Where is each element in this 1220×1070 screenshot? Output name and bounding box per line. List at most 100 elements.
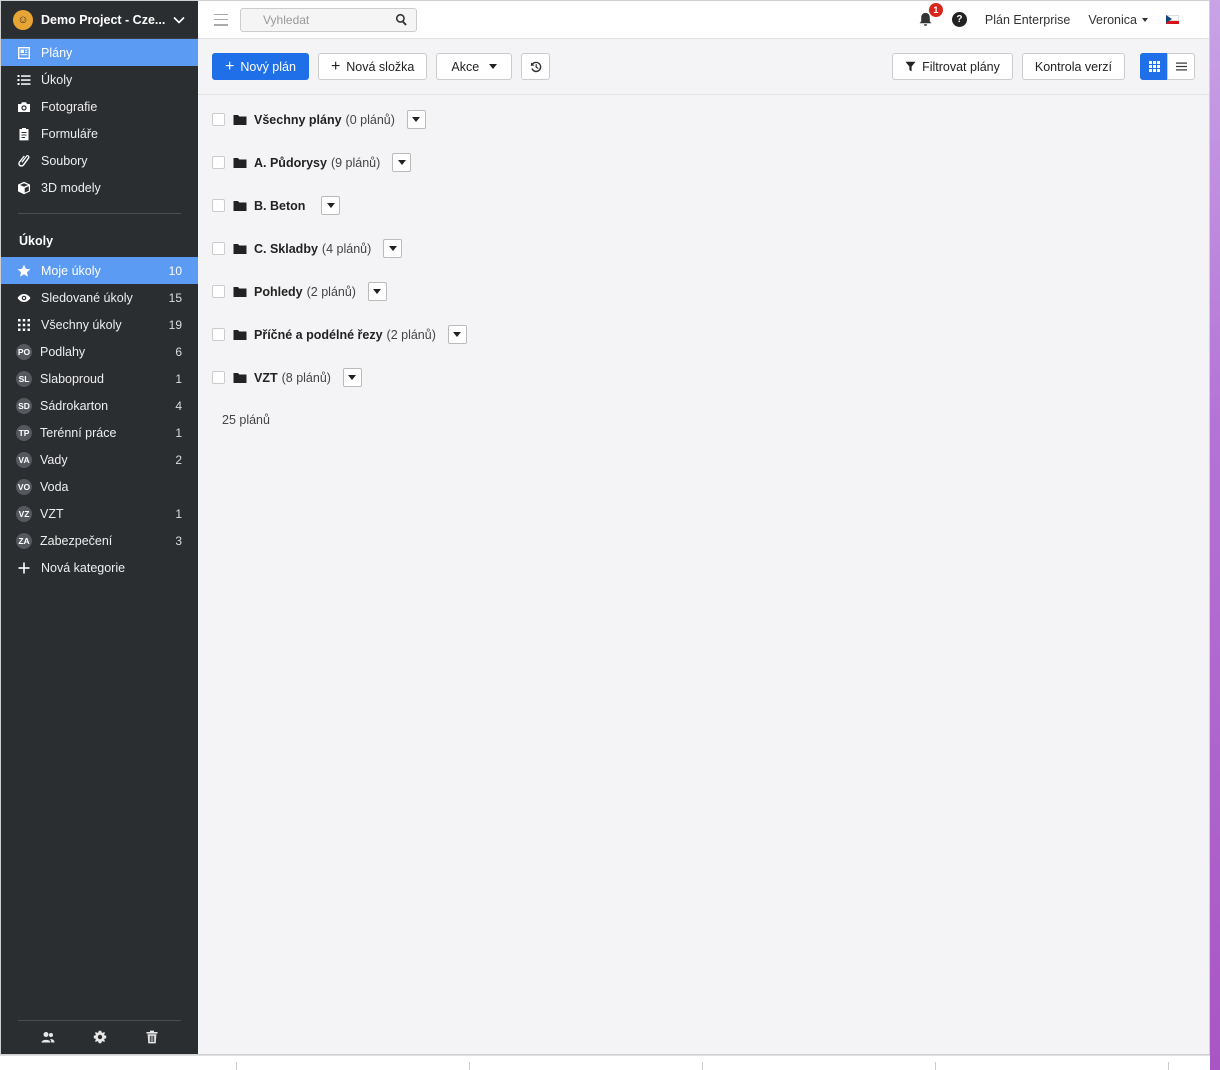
new-category-button[interactable]: Nová kategorie xyxy=(1,554,198,581)
folder-plan-count: (4 plánů) xyxy=(321,241,372,256)
folder-row[interactable]: VZT (8 plánů) xyxy=(198,356,1209,399)
category-badge: PO xyxy=(16,343,32,360)
search-box[interactable]: Vyhledat xyxy=(240,7,417,32)
folder-plan-count: (9 plánů) xyxy=(330,155,381,170)
sidebar-item-5[interactable]: Soubory xyxy=(1,147,198,174)
sidebar-footer xyxy=(1,1020,198,1054)
folder-name[interactable]: Pohledy xyxy=(254,285,303,299)
list-view-button[interactable] xyxy=(1167,53,1195,80)
caret-down-icon xyxy=(348,375,357,380)
folder-plan-count: (2 plánů) xyxy=(306,284,356,299)
plans-total: 25 plánů xyxy=(222,413,270,427)
task-category-item[interactable]: PO Podlahy 6 xyxy=(1,338,198,365)
task-category-item[interactable]: SL Slaboproud 1 xyxy=(1,365,198,392)
search-icon[interactable] xyxy=(395,13,408,26)
folder-row[interactable]: Všechny plány (0 plánů) xyxy=(198,98,1209,141)
sidebar-item-label: Formuláře xyxy=(41,126,98,141)
task-category-item[interactable]: Všechny úkoly 19 xyxy=(1,311,198,338)
project-switcher[interactable]: ☺ Demo Project - Cze... xyxy=(1,1,198,39)
sidebar-item-3[interactable]: Fotografie xyxy=(1,93,198,120)
folder-name[interactable]: A. Půdorysy xyxy=(254,156,327,170)
folder-dropdown-button[interactable] xyxy=(406,110,426,129)
tasks-section-title: Úkoly xyxy=(19,234,54,248)
folder-row[interactable]: B. Beton xyxy=(198,184,1209,227)
task-count: 19 xyxy=(168,317,182,332)
folder-dropdown-button[interactable] xyxy=(447,325,467,344)
version-check-button[interactable]: Kontrola verzí xyxy=(1021,53,1125,80)
folder-checkbox[interactable] xyxy=(212,371,225,384)
folder-icon xyxy=(233,243,247,255)
task-category-label: Voda xyxy=(40,479,69,494)
menu-toggle-icon[interactable] xyxy=(214,13,228,26)
plan-link[interactable]: Plán Enterprise xyxy=(985,13,1070,27)
sidebar: ☺ Demo Project - Cze... Plány Úkoly Foto… xyxy=(1,1,198,1054)
notification-count-badge: 1 xyxy=(928,2,943,17)
folder-name[interactable]: Příčné a podélné řezy xyxy=(254,328,383,342)
folder-row[interactable]: A. Půdorysy (9 plánů) xyxy=(198,141,1209,184)
language-flag-icon[interactable] xyxy=(1166,15,1179,24)
folder-dropdown-button[interactable] xyxy=(383,239,403,258)
camera-icon xyxy=(17,100,31,114)
folder-checkbox[interactable] xyxy=(212,285,225,298)
task-count: 4 xyxy=(175,398,182,413)
folder-checkbox[interactable] xyxy=(212,113,225,126)
task-category-item[interactable]: Sledované úkoly 15 xyxy=(1,284,198,311)
folder-dropdown-button[interactable] xyxy=(367,282,387,301)
folder-dropdown-button[interactable] xyxy=(392,153,412,172)
folder-checkbox[interactable] xyxy=(212,242,225,255)
folder-name[interactable]: VZT xyxy=(254,371,278,385)
gear-icon[interactable] xyxy=(93,1030,107,1047)
task-category-label: Sádrokarton xyxy=(40,398,109,413)
folder-row[interactable]: C. Skladby (4 plánů) xyxy=(198,227,1209,270)
user-menu[interactable]: Veronica xyxy=(1088,13,1148,27)
clipboard-icon xyxy=(17,127,31,141)
sidebar-item-1[interactable]: Plány xyxy=(1,39,198,66)
version-check-label: Kontrola verzí xyxy=(1034,59,1112,74)
sidebar-item-label: Úkoly xyxy=(41,72,73,87)
new-folder-label: Nová složka xyxy=(346,59,415,74)
task-category-item[interactable]: VA Vady 2 xyxy=(1,446,198,473)
task-category-item[interactable]: Moje úkoly 10 xyxy=(1,257,198,284)
history-button[interactable] xyxy=(521,53,551,80)
users-icon[interactable] xyxy=(41,1030,55,1047)
category-badge: TP xyxy=(16,424,32,441)
eye-icon xyxy=(17,291,31,305)
bottom-strip xyxy=(0,1055,1210,1070)
search-input[interactable]: Vyhledat xyxy=(263,13,395,27)
help-icon[interactable]: ? xyxy=(951,12,967,27)
notifications-button[interactable]: 1 xyxy=(918,2,943,28)
folder-dropdown-button[interactable] xyxy=(321,196,341,215)
task-category-item[interactable]: SD Sádrokarton 4 xyxy=(1,392,198,419)
folder-name[interactable]: Všechny plány xyxy=(254,113,342,127)
folder-checkbox[interactable] xyxy=(212,328,225,341)
trash-icon[interactable] xyxy=(145,1030,159,1047)
project-logo-icon: ☺ xyxy=(13,9,33,30)
history-icon xyxy=(530,61,542,72)
tasks-nav: Moje úkoly 10 Sledované úkoly 15 Všechny… xyxy=(1,257,198,554)
caret-down-icon xyxy=(453,332,462,337)
task-count: 1 xyxy=(175,425,182,440)
folder-dropdown-button[interactable] xyxy=(342,368,362,387)
chevron-down-icon xyxy=(173,16,185,24)
task-category-item[interactable]: VO Voda xyxy=(1,473,198,500)
folder-checkbox[interactable] xyxy=(212,156,225,169)
folder-row[interactable]: Pohledy (2 plánů) xyxy=(198,270,1209,313)
sidebar-item-2[interactable]: Úkoly xyxy=(1,66,198,93)
folder-name[interactable]: C. Skladby xyxy=(254,242,318,256)
task-category-item[interactable]: TP Terénní práce 1 xyxy=(1,419,198,446)
folder-name[interactable]: B. Beton xyxy=(254,199,305,213)
task-category-item[interactable]: VZ VZT 1 xyxy=(1,500,198,527)
new-folder-button[interactable]: + Nová složka xyxy=(317,53,428,80)
folder-row[interactable]: Příčné a podélné řezy (2 plánů) xyxy=(198,313,1209,356)
folder-checkbox[interactable] xyxy=(212,199,225,212)
filter-plans-button[interactable]: Filtrovat plány xyxy=(892,53,1013,80)
sidebar-item-6[interactable]: 3D modely xyxy=(1,174,198,201)
new-plan-button[interactable]: + Nový plán xyxy=(212,53,309,80)
sidebar-item-label: 3D modely xyxy=(41,180,101,195)
grid-view-button[interactable] xyxy=(1140,53,1168,80)
actions-dropdown[interactable]: Akce xyxy=(436,53,513,80)
new-plan-label: Nový plán xyxy=(240,59,296,74)
sidebar-item-4[interactable]: Formuláře xyxy=(1,120,198,147)
sidebar-divider xyxy=(18,213,181,214)
task-category-item[interactable]: ZA Zabezpečení 3 xyxy=(1,527,198,554)
